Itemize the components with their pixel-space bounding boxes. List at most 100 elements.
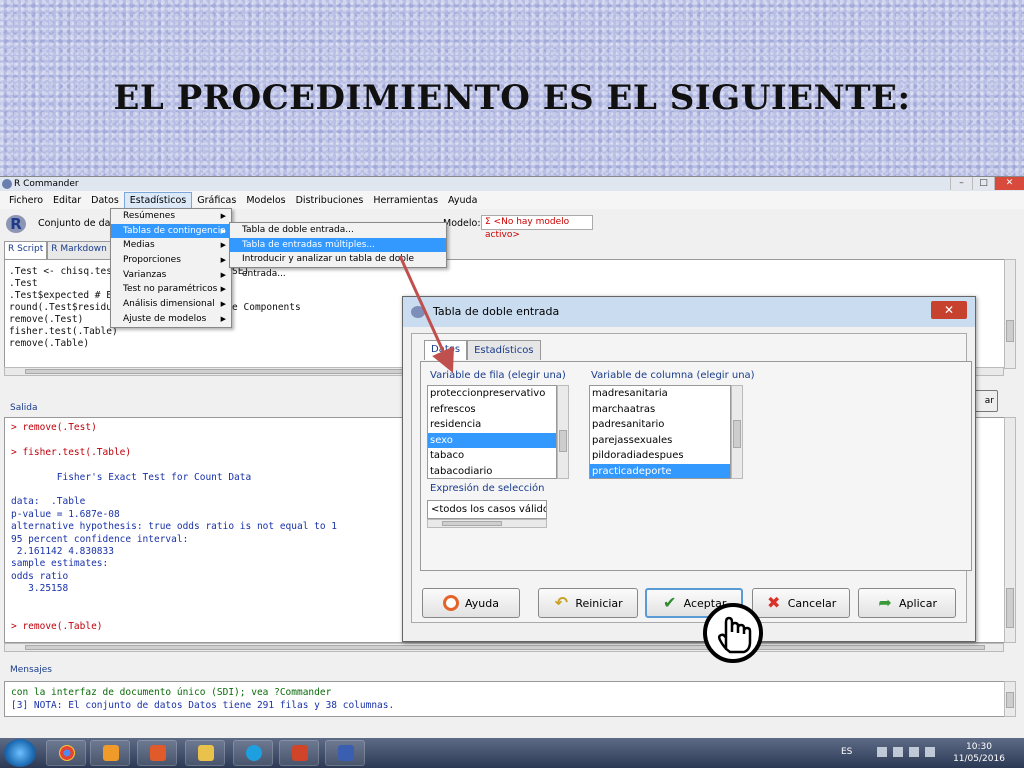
cancel-button-label: Cancelar: [787, 596, 837, 610]
window-title: R Commander: [14, 179, 79, 189]
system-tray: [877, 747, 935, 757]
submenu-arrow-icon: ▶: [220, 285, 226, 294]
minimize-icon[interactable]: –: [950, 177, 972, 190]
row-variable-option[interactable]: proteccionpreservativo: [428, 386, 556, 402]
menu-item[interactable]: Tablas de contingencia ▶: [111, 223, 231, 239]
menu-fichero[interactable]: Fichero: [4, 193, 48, 208]
powerpoint-icon[interactable]: [279, 740, 319, 766]
menu-distribuciones[interactable]: Distribuciones: [291, 193, 369, 208]
row-variable-list[interactable]: proteccionpreservativo refrescos residenci…: [427, 385, 557, 479]
language-indicator[interactable]: ES: [841, 747, 852, 757]
chrome-icon[interactable]: [46, 740, 86, 766]
menu-item[interactable]: Medias ▶: [111, 238, 231, 253]
tab-estadisticos[interactable]: Estadísticos: [467, 340, 541, 360]
menu-item[interactable]: Resúmenes ▶: [111, 209, 231, 224]
menu-datos[interactable]: Datos: [86, 193, 124, 208]
row-variable-option[interactable]: sexo: [428, 432, 556, 448]
execute-button-label: ar: [984, 396, 994, 406]
windows-taskbar: ES 10:30 11/05/2016: [0, 738, 1024, 768]
menu-item[interactable]: Ajuste de modelos ▶: [111, 312, 231, 327]
menu-item[interactable]: Test no paramétricos ▶: [111, 282, 231, 297]
slide-title: EL PROCEDIMIENTO ES EL SIGUIENTE:: [113, 78, 911, 118]
apply-button-label: Aplicar: [899, 596, 937, 610]
column-variable-option[interactable]: pildoradiadespues: [590, 448, 730, 464]
network-icon[interactable]: [893, 747, 903, 757]
r-taskbar-icon[interactable]: [325, 740, 365, 766]
column-variable-option[interactable]: parejassexuales: [590, 433, 730, 449]
column-variable-option[interactable]: marchaatras: [590, 402, 730, 418]
media-player-icon[interactable]: [90, 740, 130, 766]
submenu-item[interactable]: Introducir y analizar un tabla de doble …: [230, 252, 446, 279]
menu-graficas[interactable]: Gráficas: [192, 193, 241, 208]
script-vertical-scrollbar[interactable]: [1004, 259, 1016, 369]
flag-icon[interactable]: [877, 747, 887, 757]
output-horizontal-scrollbar[interactable]: [4, 643, 1004, 652]
model-label: Modelo:: [443, 218, 481, 229]
battery-icon[interactable]: [909, 747, 919, 757]
submenu-item[interactable]: Tabla de entradas múltiples...: [230, 237, 446, 253]
menu-item[interactable]: Varianzas ▶: [111, 268, 231, 283]
file-explorer-icon[interactable]: [185, 740, 225, 766]
window-titlebar: R Commander – □ ✕: [0, 177, 1024, 191]
maximize-icon[interactable]: □: [972, 177, 994, 190]
row-variable-option[interactable]: refrescos: [428, 402, 556, 418]
dialog-close-icon[interactable]: ✕: [931, 301, 967, 319]
undo-icon: ↶: [554, 593, 569, 612]
r-logo-icon: R: [6, 215, 26, 233]
submenu-arrow-icon: ▶: [220, 226, 226, 235]
column-variable-option[interactable]: practicadeporte: [590, 463, 730, 478]
submenu-arrow-icon: ▶: [220, 300, 226, 309]
row-variable-option[interactable]: tabacodiario: [428, 464, 556, 479]
active-model-button[interactable]: Σ <No hay modelo activo>: [481, 215, 593, 240]
menu-estadisticos[interactable]: Estadísticos: [123, 191, 193, 209]
cancel-x-icon: ✖: [767, 593, 781, 612]
menu-herramientas[interactable]: Herramientas: [368, 193, 443, 208]
subset-scrollbar[interactable]: [427, 519, 547, 528]
tab-r-markdown[interactable]: R Markdown: [47, 241, 111, 259]
messages-vertical-scrollbar[interactable]: [1004, 681, 1016, 717]
row-list-scrollbar[interactable]: [557, 385, 569, 479]
output-vertical-scrollbar[interactable]: [1004, 417, 1016, 643]
cancel-button[interactable]: ✖ Cancelar: [752, 588, 850, 618]
help-button-label: Ayuda: [465, 596, 499, 610]
help-button[interactable]: Ayuda: [422, 588, 520, 618]
menu-editar[interactable]: Editar: [48, 193, 86, 208]
column-variable-label: Variable de columna (elegir una): [591, 370, 755, 381]
app-grid-icon[interactable]: [137, 740, 177, 766]
apply-button[interactable]: ➦ Aplicar: [858, 588, 956, 618]
menu-item[interactable]: Análisis dimensional ▶: [111, 297, 231, 312]
row-variable-option[interactable]: residencia: [428, 417, 556, 433]
clock-time: 10:30: [966, 742, 992, 752]
menu-modelos[interactable]: Modelos: [241, 193, 290, 208]
subset-expression-input[interactable]: <todos los casos válidos>: [427, 500, 547, 519]
checkmark-icon: ✔: [662, 593, 677, 612]
message-line: con la interfaz de documento único (SDI)…: [11, 687, 332, 698]
submenu-arrow-icon: ▶: [220, 256, 226, 265]
window-controls: – □ ✕: [950, 177, 1024, 191]
menu-ayuda[interactable]: Ayuda: [443, 193, 482, 208]
reset-button[interactable]: ↶ Reiniciar: [538, 588, 638, 618]
tab-r-script[interactable]: R Script: [4, 241, 48, 259]
close-icon[interactable]: ✕: [994, 177, 1024, 190]
column-variable-option[interactable]: madresanitaria: [590, 386, 730, 402]
taskbar-clock[interactable]: 10:30 11/05/2016: [950, 741, 1008, 765]
skype-icon[interactable]: [233, 740, 273, 766]
apply-arrow-icon: ➦: [878, 593, 892, 612]
submenu-arrow-icon: ▶: [220, 314, 226, 323]
windows-start-icon[interactable]: [4, 739, 36, 767]
volume-icon[interactable]: [925, 747, 935, 757]
messages-pane[interactable]: con la interfaz de documento único (SDI)…: [4, 681, 1016, 717]
submenu-item[interactable]: Tabla de doble entrada...: [230, 223, 446, 238]
column-variable-option[interactable]: padresanitario: [590, 417, 730, 433]
subset-expression-label: Expresión de selección: [430, 483, 545, 494]
tab-datos[interactable]: Datos: [424, 340, 468, 360]
menu-item[interactable]: Proporciones ▶: [111, 253, 231, 268]
column-list-scrollbar[interactable]: [731, 385, 743, 479]
row-variable-option[interactable]: tabaco: [428, 448, 556, 464]
menubar: Fichero Editar Datos Estadísticos Gráficas Mo…: [0, 191, 1024, 209]
message-line: [3] NOTA: El conjunto de datos Datos tie…: [11, 700, 395, 711]
column-variable-list[interactable]: madresanitaria marchaatras padresanitario p…: [589, 385, 731, 479]
submenu-arrow-icon: ▶: [220, 270, 226, 279]
output-label: Salida: [10, 403, 38, 413]
dialog-title: Tabla de doble entrada: [433, 305, 560, 318]
